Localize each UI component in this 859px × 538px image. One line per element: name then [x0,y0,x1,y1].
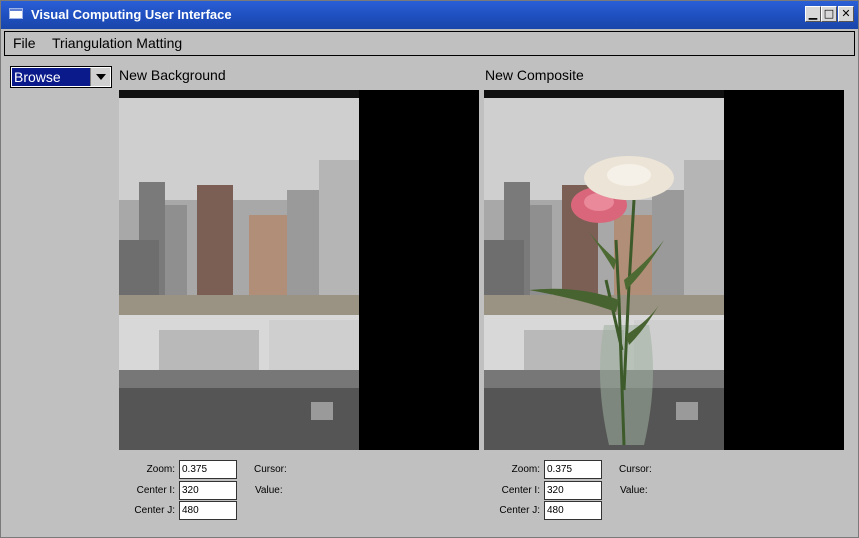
app-window: Visual Computing User Interface ▁ □ ✕ Fi… [0,0,859,538]
cursor-label: Cursor: [254,464,287,475]
window-title: Visual Computing User Interface [31,7,232,22]
close-icon: ✕ [841,7,851,20]
value-label: Value: [620,485,648,496]
value-label: Value: [255,485,283,496]
center-j-label: Center J: [134,505,175,516]
center-j-label: Center J: [499,505,540,516]
background-panel-title: New Background [119,67,226,83]
zoom-input[interactable] [544,460,602,479]
mode-dropdown[interactable]: Browse [10,66,112,88]
minimize-icon: ▁ [808,7,818,20]
center-i-label: Center I: [501,485,540,496]
composite-panel-title: New Composite [485,67,584,83]
center-i-label: Center I: [136,485,175,496]
menu-bar: File Triangulation Matting [4,31,855,56]
title-bar[interactable]: Visual Computing User Interface ▁ □ ✕ [1,1,858,29]
zoom-input[interactable] [179,460,237,479]
maximize-icon: □ [823,7,835,20]
maximize-button[interactable]: □ [821,6,837,22]
window-icon [9,8,23,19]
zoom-label: Zoom: [511,464,540,475]
composite-image-view[interactable] [484,90,844,450]
composite-photo [484,90,724,450]
center-i-input[interactable] [179,481,237,500]
mode-selected-value: Browse [12,68,90,86]
chevron-down-icon[interactable] [90,68,110,86]
background-image-view[interactable] [119,90,479,450]
center-i-input[interactable] [544,481,602,500]
center-j-input[interactable] [544,501,602,520]
zoom-label: Zoom: [146,464,175,475]
background-photo [119,90,359,450]
center-j-input[interactable] [179,501,237,520]
menu-triangulation-matting[interactable]: Triangulation Matting [52,35,182,51]
cursor-label: Cursor: [619,464,652,475]
menu-file[interactable]: File [13,35,36,51]
close-button[interactable]: ✕ [838,6,854,22]
minimize-button[interactable]: ▁ [805,6,821,22]
